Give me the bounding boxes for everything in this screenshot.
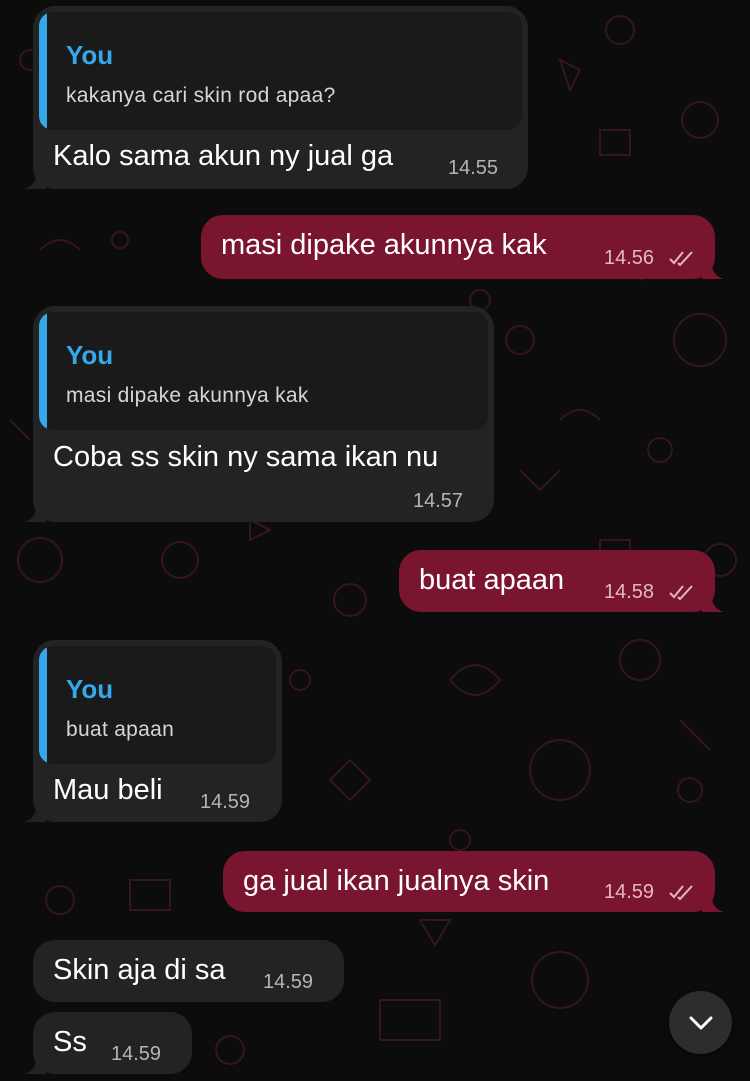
message-time: 14.58	[604, 581, 655, 603]
message-time: 14.59	[263, 971, 314, 993]
outgoing-message[interactable]: ga jual ikan jualnya skin 14.59	[223, 851, 724, 912]
reply-text: buat apaan	[66, 718, 175, 741]
chevron-down-icon	[689, 1016, 712, 1029]
outgoing-message[interactable]: masi dipake akunnya kak 14.56	[201, 215, 724, 279]
reply-accent-bar	[39, 12, 47, 130]
reply-accent-bar	[39, 312, 47, 430]
reply-preview[interactable]: You masi dipake akunnya kak	[39, 312, 488, 430]
message-text: ga jual ikan jualnya skin	[243, 865, 550, 897]
message-text: Ss	[53, 1026, 87, 1058]
message-text: buat apaan	[419, 564, 565, 596]
message-time: 14.59	[200, 791, 251, 813]
message-text: Coba ss skin ny sama ikan nu	[53, 441, 439, 473]
reply-accent-bar	[39, 646, 47, 764]
reply-text: kakanya cari skin rod apaa?	[66, 84, 336, 107]
reply-preview[interactable]: You buat apaan	[39, 646, 276, 764]
message-text: masi dipake akunnya kak	[221, 229, 547, 261]
message-time: 14.59	[111, 1043, 162, 1065]
message-time: 14.56	[604, 247, 655, 269]
message-time: 14.55	[448, 157, 499, 179]
outgoing-message[interactable]: buat apaan 14.58	[399, 550, 724, 612]
reply-author: You	[66, 674, 114, 704]
incoming-message[interactable]: You kakanya cari skin rod apaa? Kalo sam…	[24, 6, 528, 189]
read-receipt-icon	[669, 885, 693, 900]
reply-preview[interactable]: You kakanya cari skin rod apaa?	[39, 12, 522, 130]
reply-author: You	[66, 40, 114, 70]
incoming-message[interactable]: Skin aja di sa 14.59	[33, 940, 344, 1002]
message-text: Skin aja di sa	[53, 954, 226, 986]
message-time: 14.57	[413, 490, 464, 512]
incoming-message[interactable]: You buat apaan Mau beli 14.59	[24, 640, 282, 822]
read-receipt-icon	[669, 585, 693, 600]
message-time: 14.59	[604, 881, 655, 903]
reply-author: You	[66, 340, 114, 370]
message-text: Kalo sama akun ny jual ga	[53, 140, 394, 172]
incoming-message[interactable]: Ss 14.59	[24, 1012, 192, 1074]
reply-text: masi dipake akunnya kak	[66, 384, 309, 407]
message-text: Mau beli	[53, 774, 163, 806]
incoming-message[interactable]: You masi dipake akunnya kak Coba ss skin…	[24, 306, 494, 522]
read-receipt-icon	[669, 251, 693, 266]
scroll-to-bottom-button[interactable]	[669, 991, 732, 1054]
